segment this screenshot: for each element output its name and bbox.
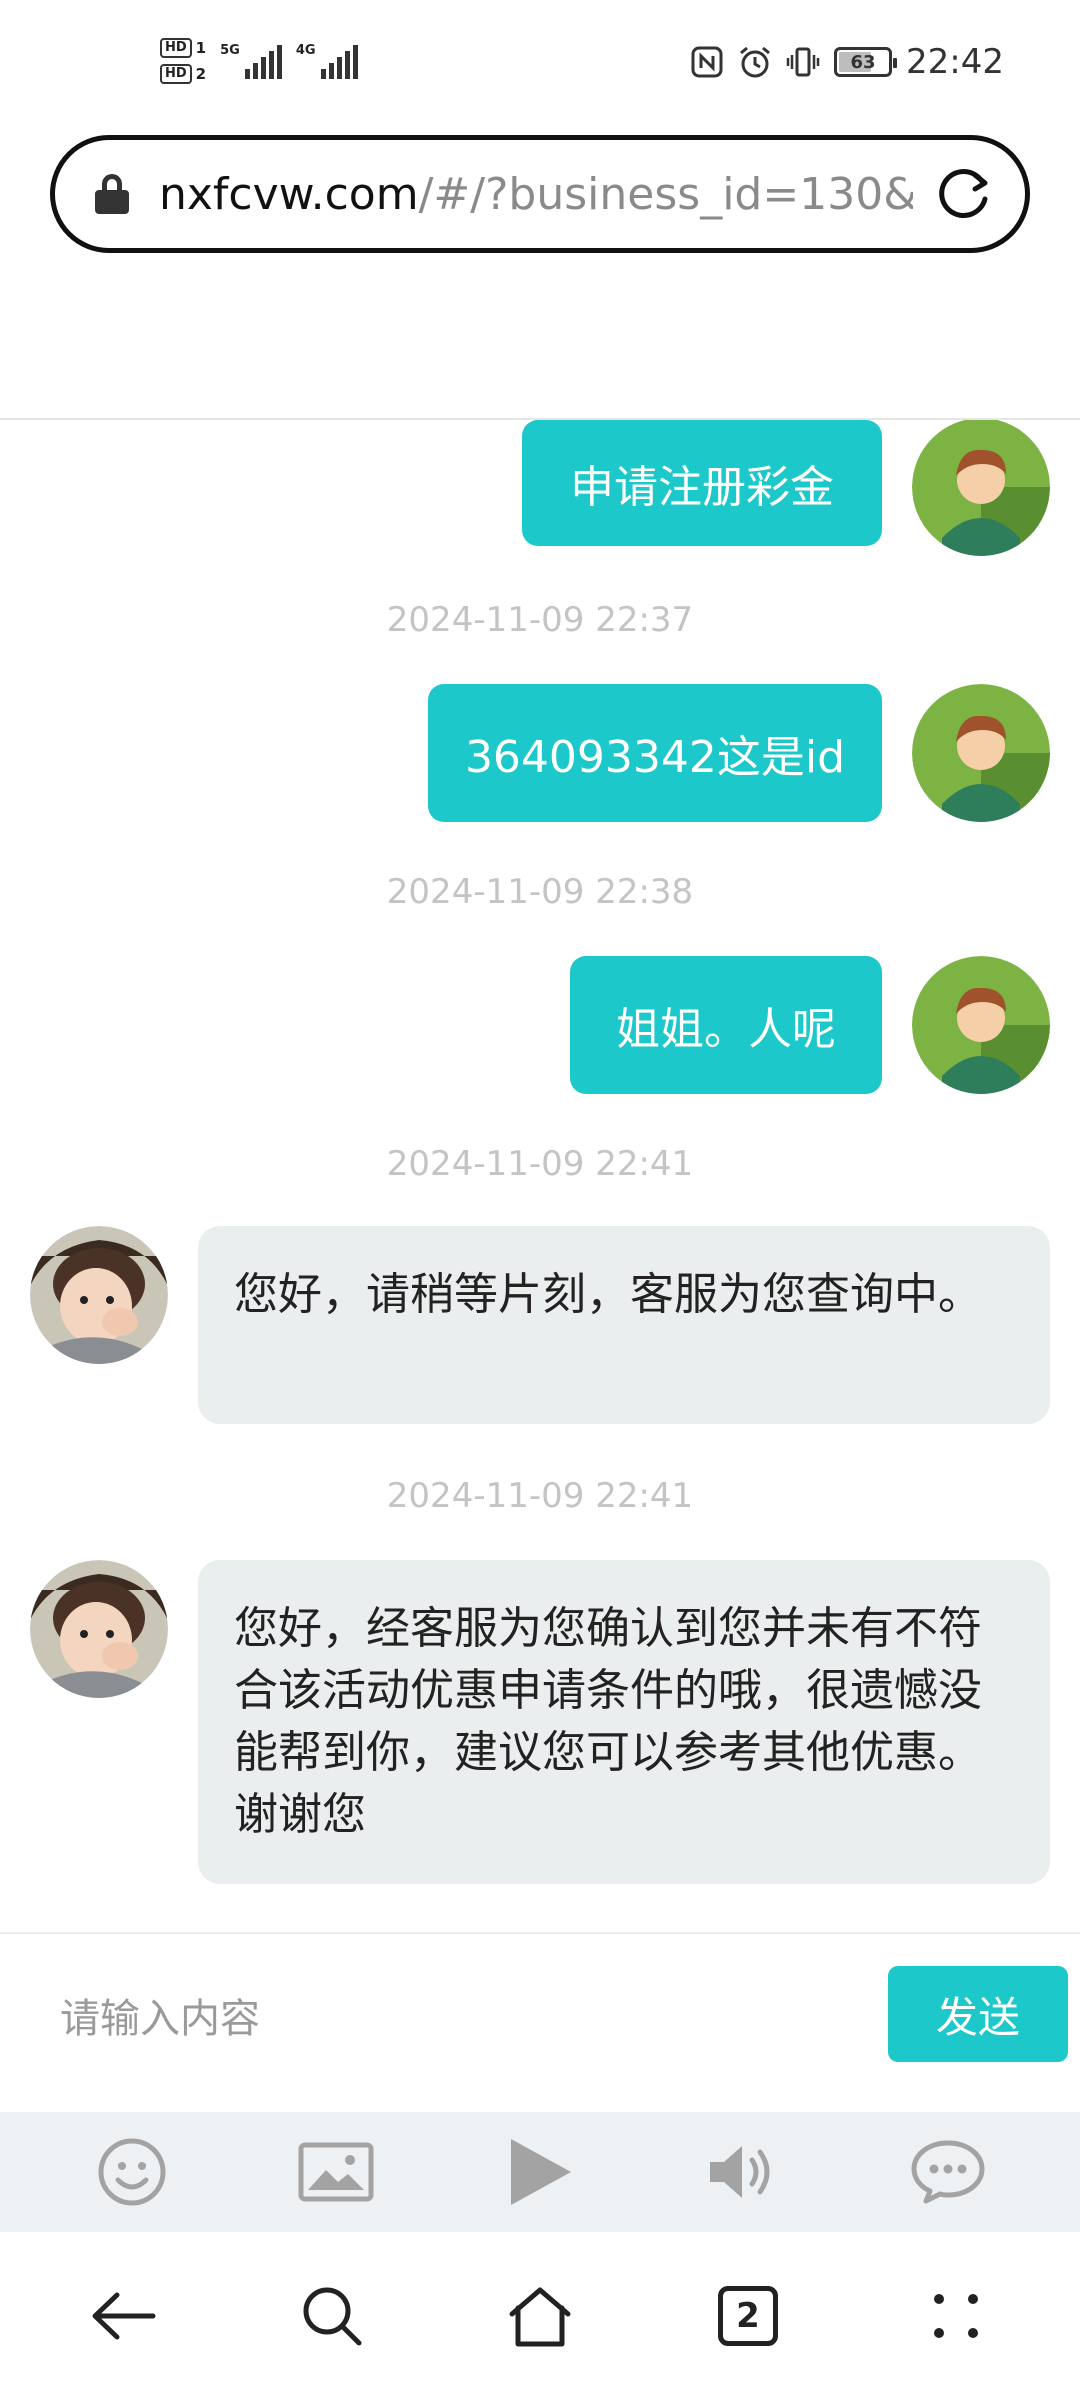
agent-avatar	[30, 1560, 168, 1698]
battery-indicator: 63	[834, 47, 898, 77]
emoji-icon[interactable]	[92, 2132, 172, 2212]
address-bar[interactable]: nxfcvw.com/#/?business_id=130&	[50, 135, 1030, 253]
hd-badge-2: HD	[160, 64, 192, 84]
network-indicators: HD 1 HD 2 5G 4G	[160, 38, 358, 84]
message-input[interactable]	[30, 1964, 850, 2074]
browser-nav-bar: 2	[0, 2232, 1080, 2400]
signal-5g-icon: 5G	[220, 43, 282, 79]
timestamp: 2024-11-09 22:41	[386, 1144, 694, 1184]
outgoing-message: 364093342这是id	[428, 684, 882, 822]
timestamp: 2024-11-09 22:41	[386, 1476, 694, 1516]
image-icon[interactable]	[296, 2132, 376, 2212]
timestamp: 2024-11-09 22:38	[386, 872, 694, 912]
chat-bubble-icon[interactable]	[908, 2132, 988, 2212]
incoming-message: 您好，请稍等片刻，客服为您查询中。	[198, 1226, 1050, 1424]
nfc-icon	[690, 45, 724, 79]
agent-avatar	[30, 1226, 168, 1364]
incoming-message: 您好，经客服为您确认到您并未有不符合该活动优惠申请条件的哦，很遗憾没能帮到你，建…	[198, 1560, 1050, 1884]
user-avatar	[912, 684, 1050, 822]
send-button[interactable]: 发送	[888, 1966, 1068, 2062]
search-icon[interactable]	[287, 2271, 377, 2361]
back-arrow-icon[interactable]	[79, 2271, 169, 2361]
chat-history[interactable]: 申请注册彩金 2024-11-09 22:37 364093342这是id 20…	[0, 420, 1080, 1932]
vibrate-icon	[786, 45, 820, 79]
home-icon[interactable]	[495, 2271, 585, 2361]
outgoing-message: 申请注册彩金	[522, 420, 882, 546]
hd-badge-1: HD	[160, 38, 192, 58]
url-text[interactable]: nxfcvw.com/#/?business_id=130&	[159, 169, 913, 220]
tabs-count: 2	[718, 2286, 778, 2346]
chat-toolbar	[0, 2112, 1080, 2232]
user-avatar	[912, 956, 1050, 1094]
user-avatar	[912, 420, 1050, 556]
timestamp: 2024-11-09 22:37	[386, 600, 694, 640]
play-icon[interactable]	[500, 2132, 580, 2212]
lock-icon	[95, 174, 129, 214]
clock: 22:42	[906, 42, 1004, 82]
status-bar: HD 1 HD 2 5G 4G 63 22:42	[0, 0, 1080, 130]
alarm-icon	[738, 45, 772, 79]
volume-icon[interactable]	[704, 2132, 784, 2212]
outgoing-message: 姐姐。人呢	[570, 956, 882, 1094]
composer: 发送	[0, 1932, 1080, 2112]
tabs-button[interactable]: 2	[703, 2271, 793, 2361]
reload-icon[interactable]	[933, 163, 995, 225]
signal-4g-icon: 4G	[296, 43, 358, 79]
more-menu-icon[interactable]	[911, 2271, 1001, 2361]
